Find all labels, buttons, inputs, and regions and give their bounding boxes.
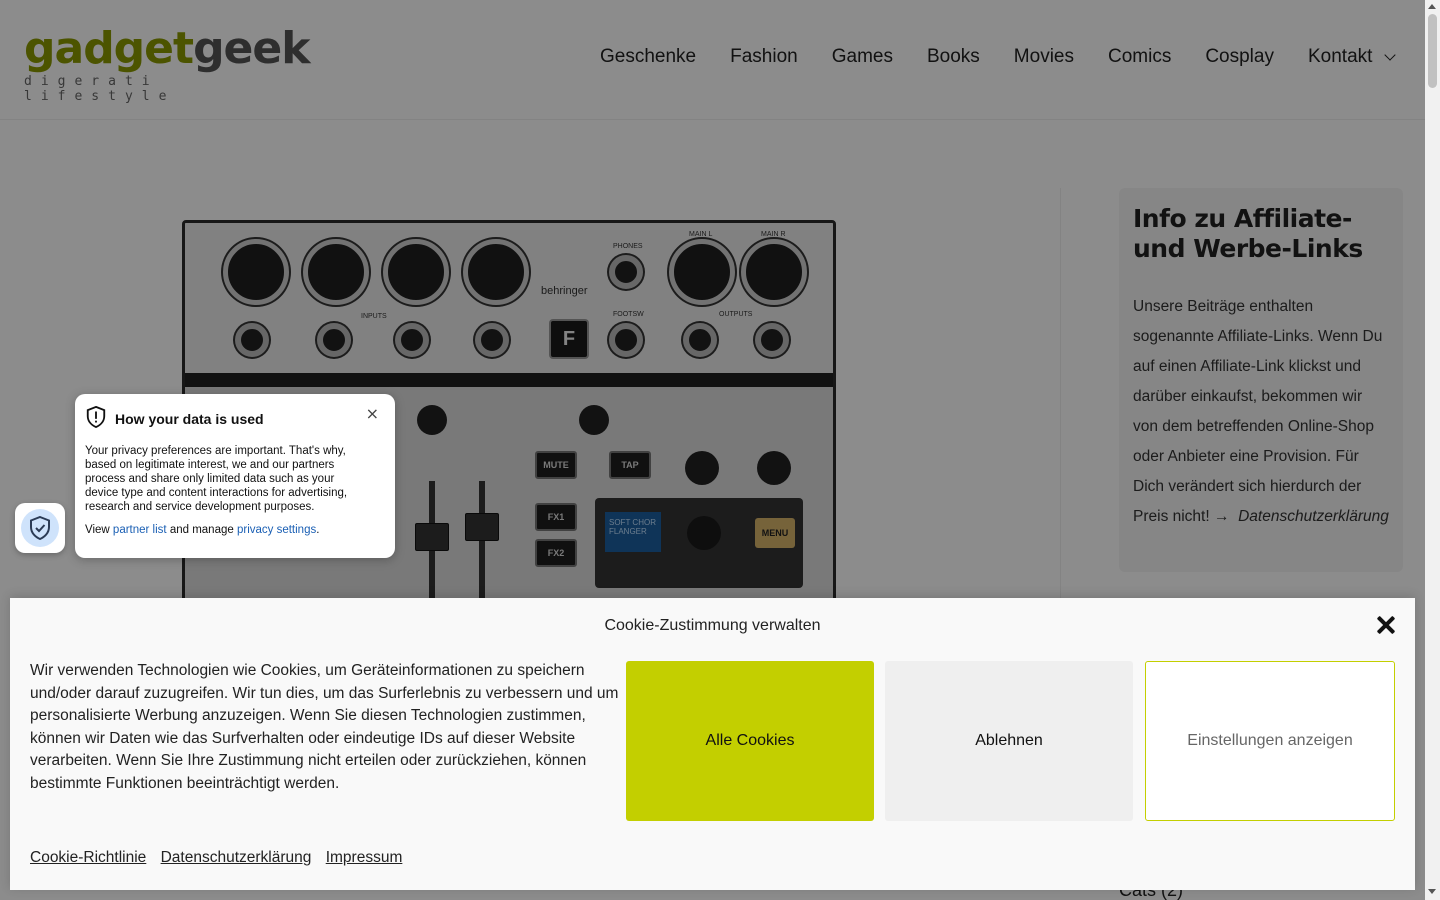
- scroll-up-arrow-icon[interactable]: [1428, 4, 1436, 9]
- links-suffix: .: [316, 524, 320, 536]
- accept-all-cookies-button[interactable]: Alle Cookies: [626, 661, 874, 821]
- partner-list-link[interactable]: partner list: [113, 524, 167, 536]
- scroll-down-arrow-icon[interactable]: [1428, 889, 1436, 894]
- cookie-policy-link[interactable]: Cookie-Richtlinie: [30, 849, 146, 866]
- privacy-popup-header: How your data is used: [85, 405, 383, 432]
- privacy-popup: How your data is used × Your privacy pre…: [75, 394, 395, 558]
- privacy-popup-body: Your privacy preferences are important. …: [85, 445, 348, 513]
- privacy-popup-title: How your data is used: [115, 411, 264, 427]
- close-icon[interactable]: ×: [366, 404, 379, 423]
- cookie-banner-links: Cookie-Richtlinie Datenschutzerklärung I…: [30, 849, 412, 867]
- links-middle: and manage: [169, 524, 234, 536]
- privacy-popup-links: View partner list and manage privacy set…: [85, 524, 383, 536]
- cookie-banner-title: Cookie-Zustimmung verwalten: [10, 617, 1415, 635]
- shield-icon: [85, 405, 107, 432]
- links-prefix: View: [85, 524, 110, 536]
- cookie-banner-title-text: Cookie-Zustimmung verwalten: [604, 617, 821, 634]
- show-settings-button[interactable]: Einstellungen anzeigen: [1145, 661, 1395, 821]
- page-scrollbar[interactable]: [1425, 0, 1440, 900]
- deny-cookies-button[interactable]: Ablehnen: [885, 661, 1133, 821]
- imprint-link[interactable]: Impressum: [326, 849, 403, 866]
- close-icon[interactable]: [1375, 614, 1397, 636]
- scrollbar-thumb[interactable]: [1428, 14, 1437, 88]
- privacy-settings-link[interactable]: privacy settings: [237, 524, 316, 536]
- cookie-consent-banner: Cookie-Zustimmung verwalten Wir verwende…: [10, 598, 1415, 890]
- privacy-policy-link[interactable]: Datenschutzerklärung: [161, 849, 312, 866]
- shield-check-icon: [21, 509, 59, 547]
- cookie-banner-text: Wir verwenden Technologien wie Cookies, …: [30, 662, 619, 792]
- privacy-settings-button[interactable]: [15, 503, 65, 553]
